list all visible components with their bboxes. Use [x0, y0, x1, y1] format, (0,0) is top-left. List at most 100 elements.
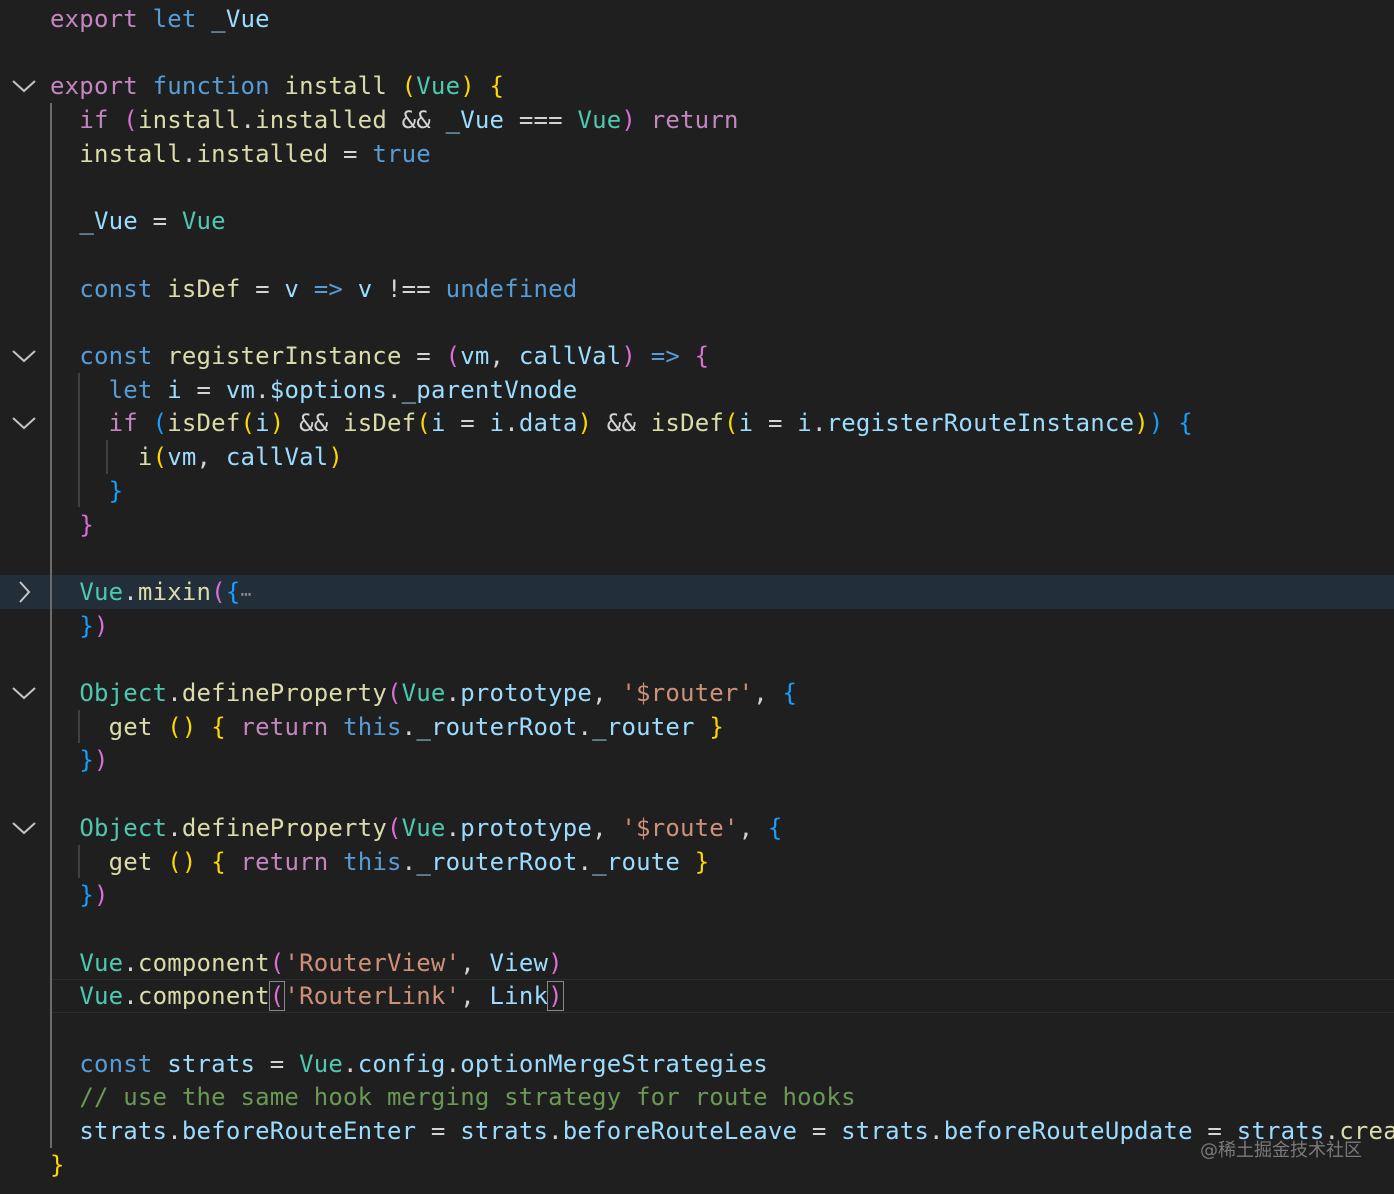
code-line[interactable] [0, 238, 1394, 272]
code-line[interactable]: Vue.component('RouterLink', Link) [0, 979, 1394, 1014]
chevron-down-icon[interactable] [11, 682, 37, 704]
code-line[interactable]: } [0, 508, 1394, 542]
code-token: 'RouterLink' [284, 982, 461, 1011]
code-line[interactable] [0, 36, 1394, 70]
code-line[interactable]: export let _Vue [0, 2, 1394, 36]
code-token: = [240, 274, 285, 303]
code-token: function [152, 72, 270, 101]
code-line[interactable]: }) [0, 743, 1394, 777]
code-line[interactable]: Object.defineProperty(Vue.prototype, '$r… [0, 676, 1394, 710]
code-token: export [50, 72, 138, 101]
code-token: true [372, 139, 431, 168]
code-line[interactable]: let i = vm.$options._parentVnode [0, 373, 1394, 407]
code-line[interactable] [0, 912, 1394, 946]
code-line[interactable]: _Vue = Vue [0, 204, 1394, 238]
code-line[interactable]: i(vm, callVal) [0, 440, 1394, 474]
chevron-down-icon[interactable] [11, 345, 37, 367]
code-token: i [167, 375, 182, 404]
indent-guide [78, 709, 80, 744]
code-token: } [79, 746, 94, 775]
code-token: // use the same hook merging strategy fo… [79, 1083, 856, 1112]
code-token: _Vue [445, 106, 505, 135]
code-token: () [167, 712, 197, 741]
code-line[interactable]: Vue.mixin({⋯ [0, 574, 1394, 609]
code-text: if (isDef(i) && isDef(i = i.data) && isD… [50, 406, 1193, 440]
code-token: , [460, 982, 490, 1011]
code-token: config [357, 1049, 446, 1078]
code-line[interactable]: get () { return this._routerRoot._route … [0, 845, 1394, 879]
gutter [0, 710, 48, 744]
code-line[interactable] [0, 305, 1394, 339]
code-line[interactable]: } [0, 474, 1394, 508]
code-token: . [123, 577, 138, 606]
code-token: = [445, 409, 490, 438]
code-line[interactable] [0, 1013, 1394, 1047]
chevron-right-icon[interactable] [11, 581, 37, 603]
gutter [0, 777, 48, 811]
code-token: , [489, 342, 519, 370]
code-line[interactable] [0, 642, 1394, 676]
code-line[interactable]: const strats = Vue.config.optionMergeStr… [0, 1047, 1394, 1081]
gutter [0, 204, 48, 238]
code-token: mixin [137, 577, 212, 606]
code-line[interactable]: strats.beforeRouteEnter = strats.beforeR… [0, 1114, 1394, 1148]
code-line[interactable]: if (isDef(i) && isDef(i = i.data) && isD… [0, 406, 1394, 440]
code-line[interactable] [0, 171, 1394, 205]
chevron-down-icon[interactable] [11, 75, 37, 97]
chevron-down-icon[interactable] [11, 817, 37, 839]
code-editor[interactable]: export let _Vueexport function install (… [0, 0, 1394, 1194]
code-token: { [1178, 409, 1193, 438]
code-line[interactable]: install.installed = true [0, 137, 1394, 171]
code-token: View [489, 948, 549, 977]
code-token: , [753, 679, 783, 707]
code-token: i [489, 409, 505, 438]
code-line[interactable]: }) [0, 878, 1394, 912]
code-line[interactable]: get () { return this._routerRoot._router… [0, 710, 1394, 744]
chevron-down-icon[interactable] [11, 412, 37, 434]
code-line[interactable]: Vue.component('RouterView', View) [0, 946, 1394, 980]
code-token: defineProperty [181, 679, 387, 707]
code-token: , [738, 813, 768, 842]
code-line[interactable]: const registerInstance = (vm, callVal) =… [0, 339, 1394, 373]
code-token: ( [386, 679, 402, 707]
code-line[interactable]: Object.defineProperty(Vue.prototype, '$r… [0, 811, 1394, 845]
code-token: registerRouteInstance [826, 409, 1135, 438]
code-line[interactable]: } [0, 1148, 1394, 1182]
code-text: install.installed = true [50, 137, 431, 171]
code-token: ) [621, 106, 637, 135]
code-line[interactable] [0, 541, 1394, 575]
code-token: _router [592, 712, 695, 741]
code-token: = [401, 342, 446, 370]
code-line[interactable]: }) [0, 609, 1394, 643]
code-line[interactable]: // use the same hook merging strategy fo… [0, 1080, 1394, 1114]
code-text: Object.defineProperty(Vue.prototype, '$r… [50, 811, 783, 845]
code-line[interactable] [0, 777, 1394, 811]
code-line[interactable]: export function install (Vue) { [0, 69, 1394, 103]
gutter [0, 440, 48, 474]
code-token: && [386, 106, 446, 135]
code-line[interactable]: if (install.installed && _Vue === Vue) r… [0, 103, 1394, 137]
code-token: . [240, 106, 256, 135]
code-token: isDef [167, 274, 241, 303]
gutter [0, 1148, 48, 1182]
code-token: ) [621, 342, 637, 370]
code-line[interactable]: const isDef = v => v !== undefined [0, 272, 1394, 306]
code-token: ) [460, 72, 475, 101]
code-token: . [811, 409, 827, 438]
